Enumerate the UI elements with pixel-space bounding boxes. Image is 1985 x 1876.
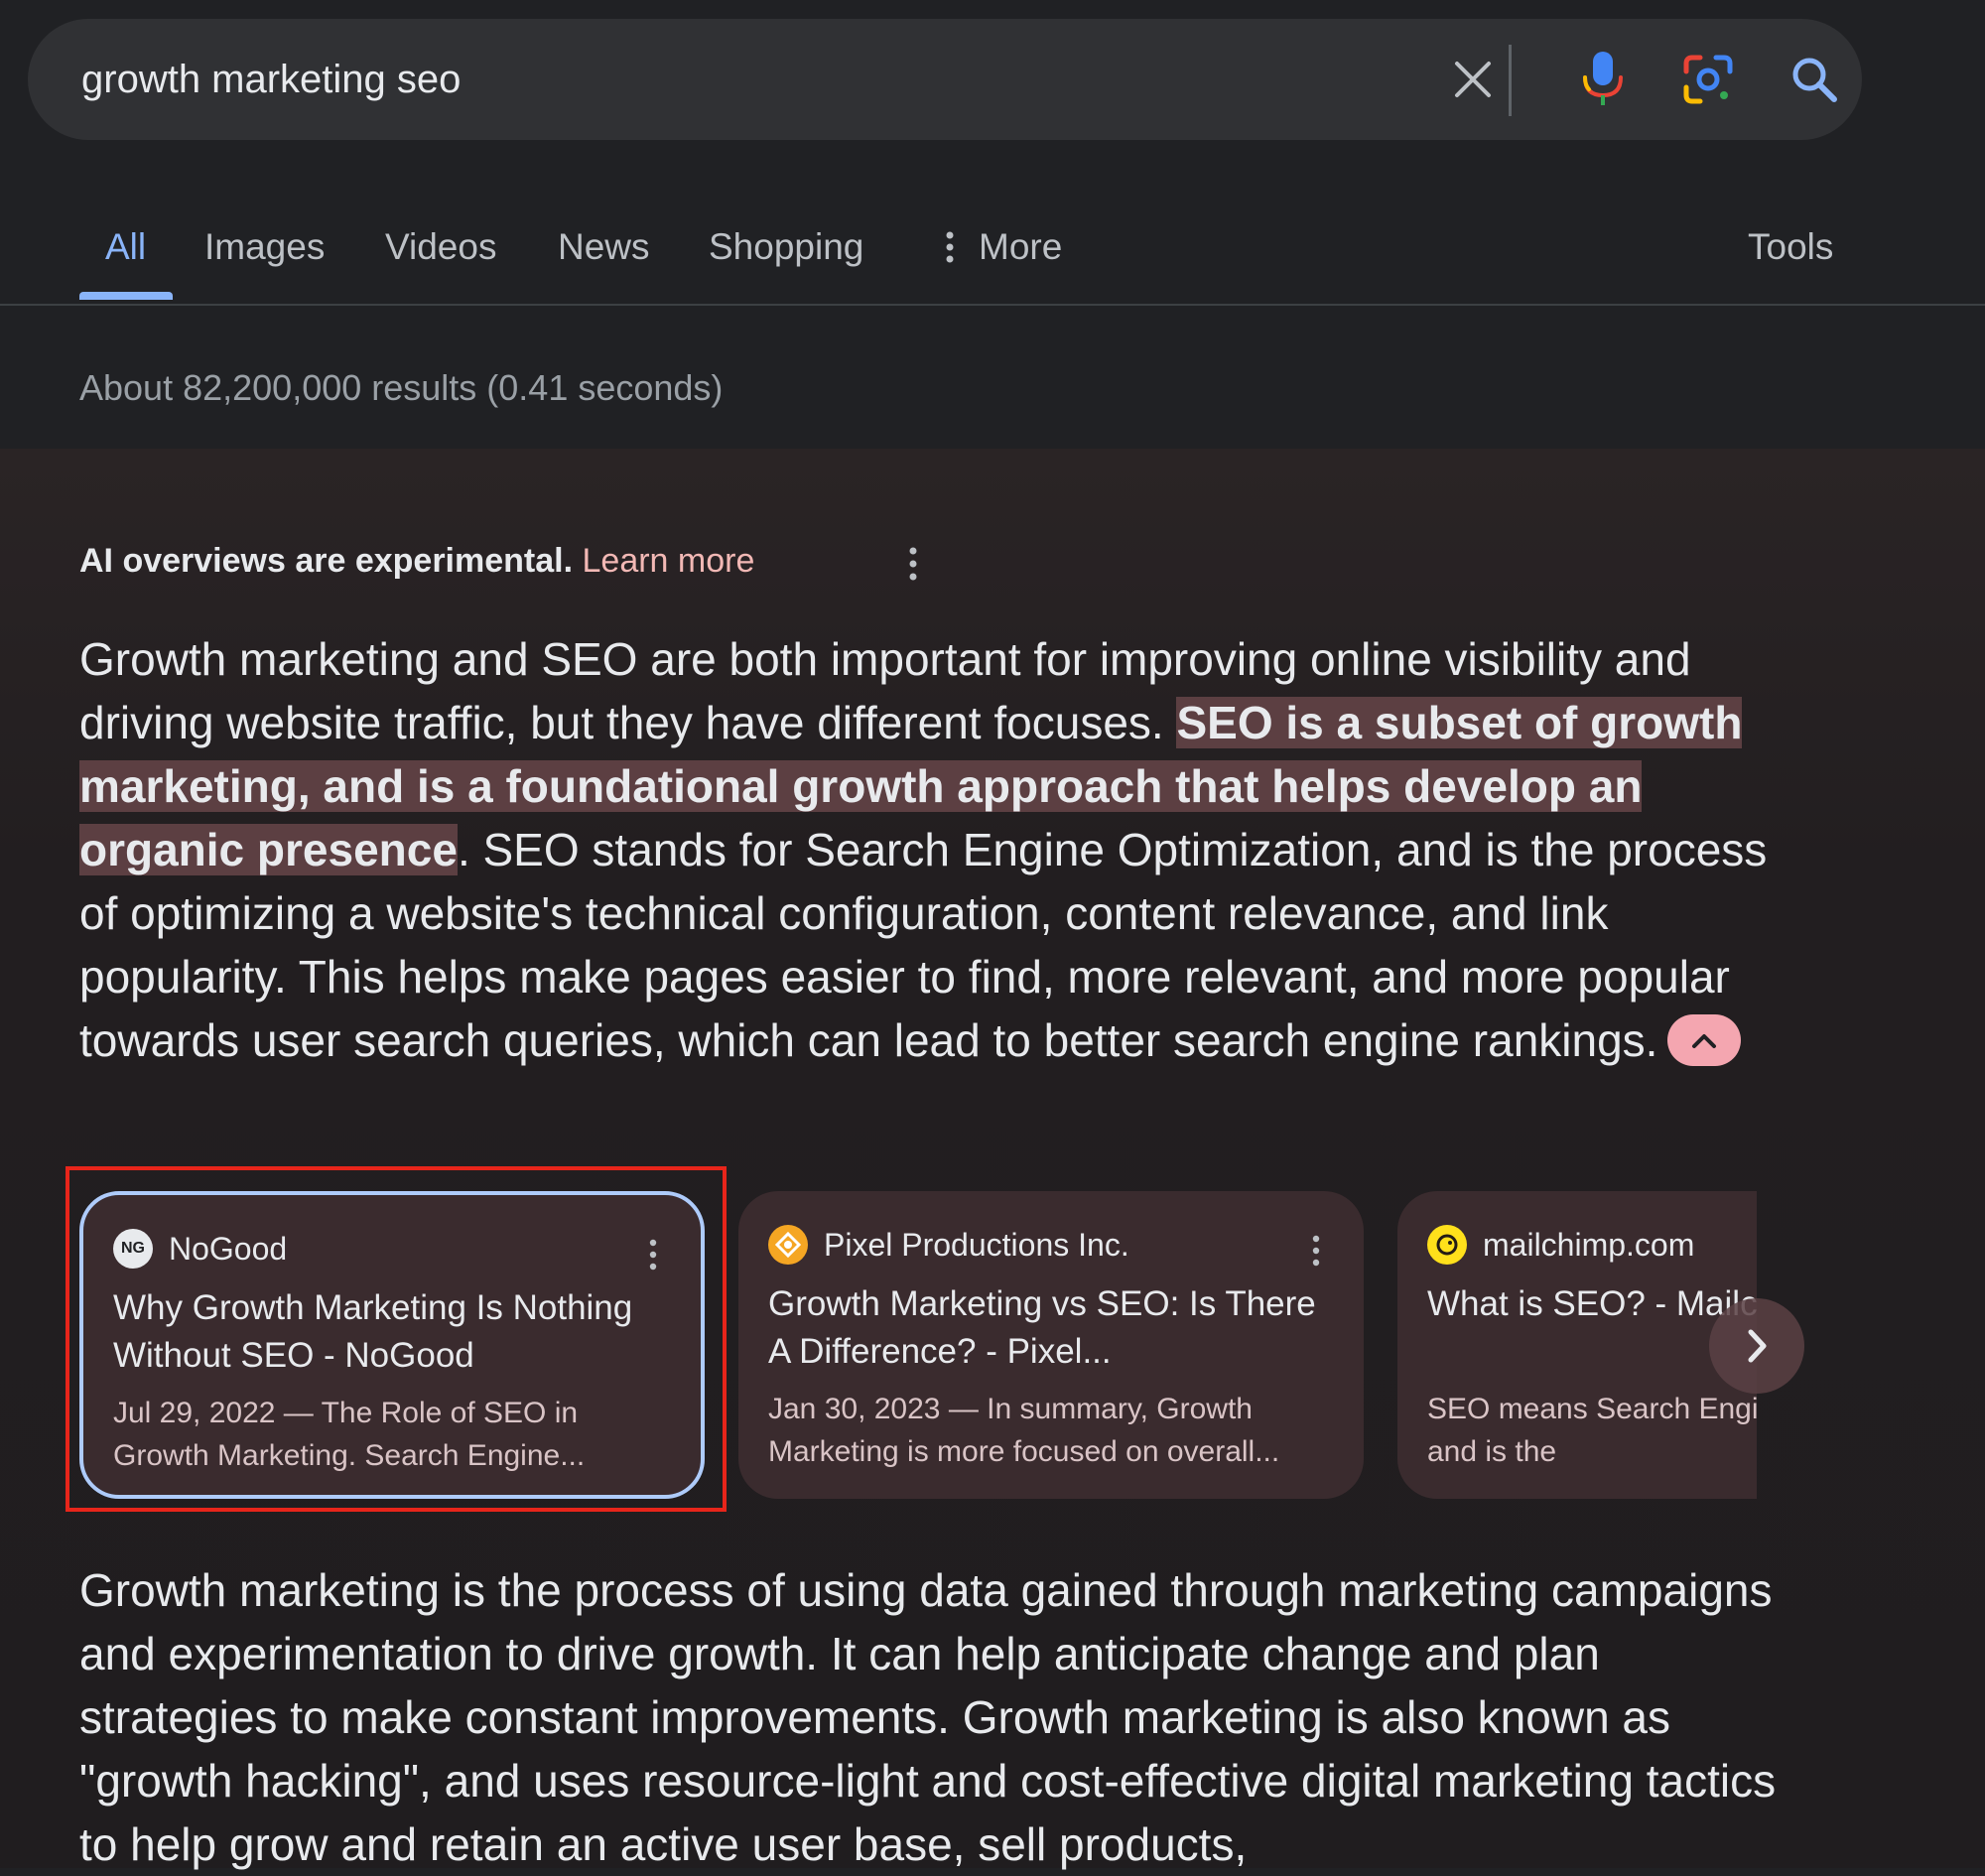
close-icon[interactable] xyxy=(1443,50,1503,109)
card-title[interactable]: Growth Marketing vs SEO: Is There A Diff… xyxy=(768,1280,1334,1376)
search-icon[interactable] xyxy=(1785,50,1844,109)
search-input[interactable]: growth marketing seo xyxy=(81,19,461,140)
card-source: mailchimp.com xyxy=(1427,1221,1757,1269)
ai-overview-text: Growth marketing and SEO are both import… xyxy=(79,627,1786,1072)
card-title[interactable]: What is SEO? - Mailchimp xyxy=(1427,1280,1757,1376)
ai-notice-text: AI overviews are experimental. xyxy=(79,542,574,580)
tab-more[interactable]: More xyxy=(943,226,1062,268)
chevron-up-icon xyxy=(1692,1033,1717,1048)
source-cards-carousel: NG NoGood Why Growth Marketing Is Nothin… xyxy=(0,1191,1757,1558)
result-stats: About 82,200,000 results (0.41 seconds) xyxy=(79,367,724,408)
ai-experimental-notice: AI overviews are experimental. Learn mor… xyxy=(79,542,754,581)
favicon-text: NG xyxy=(121,1240,145,1257)
tab-videos[interactable]: Videos xyxy=(385,226,496,268)
mailchimp-favicon-icon xyxy=(1427,1225,1467,1265)
search-divider xyxy=(1509,45,1512,116)
more-vert-icon[interactable] xyxy=(645,1235,661,1274)
nogood-favicon-icon: NG xyxy=(113,1229,153,1269)
microphone-icon[interactable] xyxy=(1573,50,1633,109)
tab-all[interactable]: All xyxy=(105,226,146,268)
source-card-nogood[interactable]: NG NoGood Why Growth Marketing Is Nothin… xyxy=(79,1191,705,1499)
source-card-mailchimp[interactable]: mailchimp.com What is SEO? - Mailchimp S… xyxy=(1397,1191,1757,1499)
card-snippet: Jul 29, 2022 — The Role of SEO in Growth… xyxy=(113,1397,586,1472)
active-tab-indicator xyxy=(79,292,173,300)
card-source: Pixel Productions Inc. xyxy=(768,1221,1334,1269)
google-lens-icon[interactable] xyxy=(1678,50,1738,109)
pixel-productions-favicon-icon xyxy=(768,1225,808,1265)
card-source: NG NoGood xyxy=(113,1225,671,1273)
card-snippet: Jan 30, 2023 — In summary, Growth Market… xyxy=(768,1393,1280,1468)
learn-more-link[interactable]: Learn more xyxy=(583,542,755,580)
search-tabs: All Images Videos News Shopping More Too… xyxy=(0,189,1985,306)
card-source-name: NoGood xyxy=(169,1230,288,1267)
more-vert-icon[interactable] xyxy=(1308,1231,1324,1271)
tab-news[interactable]: News xyxy=(558,226,650,268)
tab-images[interactable]: Images xyxy=(204,226,325,268)
more-vert-icon xyxy=(946,231,954,263)
source-card-pixel-productions[interactable]: Pixel Productions Inc. Growth Marketing … xyxy=(738,1191,1364,1499)
tab-more-label: More xyxy=(979,226,1063,267)
carousel-next-button[interactable] xyxy=(1709,1298,1804,1394)
card-source-name: mailchimp.com xyxy=(1483,1226,1695,1263)
header: growth marketing seo All Images Videos N… xyxy=(0,0,1985,449)
collapse-button[interactable] xyxy=(1667,1013,1742,1066)
tab-shopping[interactable]: Shopping xyxy=(709,226,863,268)
card-snippet: SEO means Search Engine Optimization and… xyxy=(1427,1393,1757,1468)
ai-overview-panel: AI overviews are experimental. Learn mor… xyxy=(0,449,1985,1870)
search-bar[interactable]: growth marketing seo xyxy=(28,19,1862,140)
card-title[interactable]: Why Growth Marketing Is Nothing Without … xyxy=(113,1284,671,1380)
more-vert-icon[interactable] xyxy=(901,542,925,586)
chevron-right-icon xyxy=(1748,1329,1767,1363)
ai-overview-text-continued: Growth marketing is the process of using… xyxy=(79,1564,1777,1870)
tab-tools[interactable]: Tools xyxy=(1748,226,1833,268)
card-source-name: Pixel Productions Inc. xyxy=(824,1226,1129,1263)
